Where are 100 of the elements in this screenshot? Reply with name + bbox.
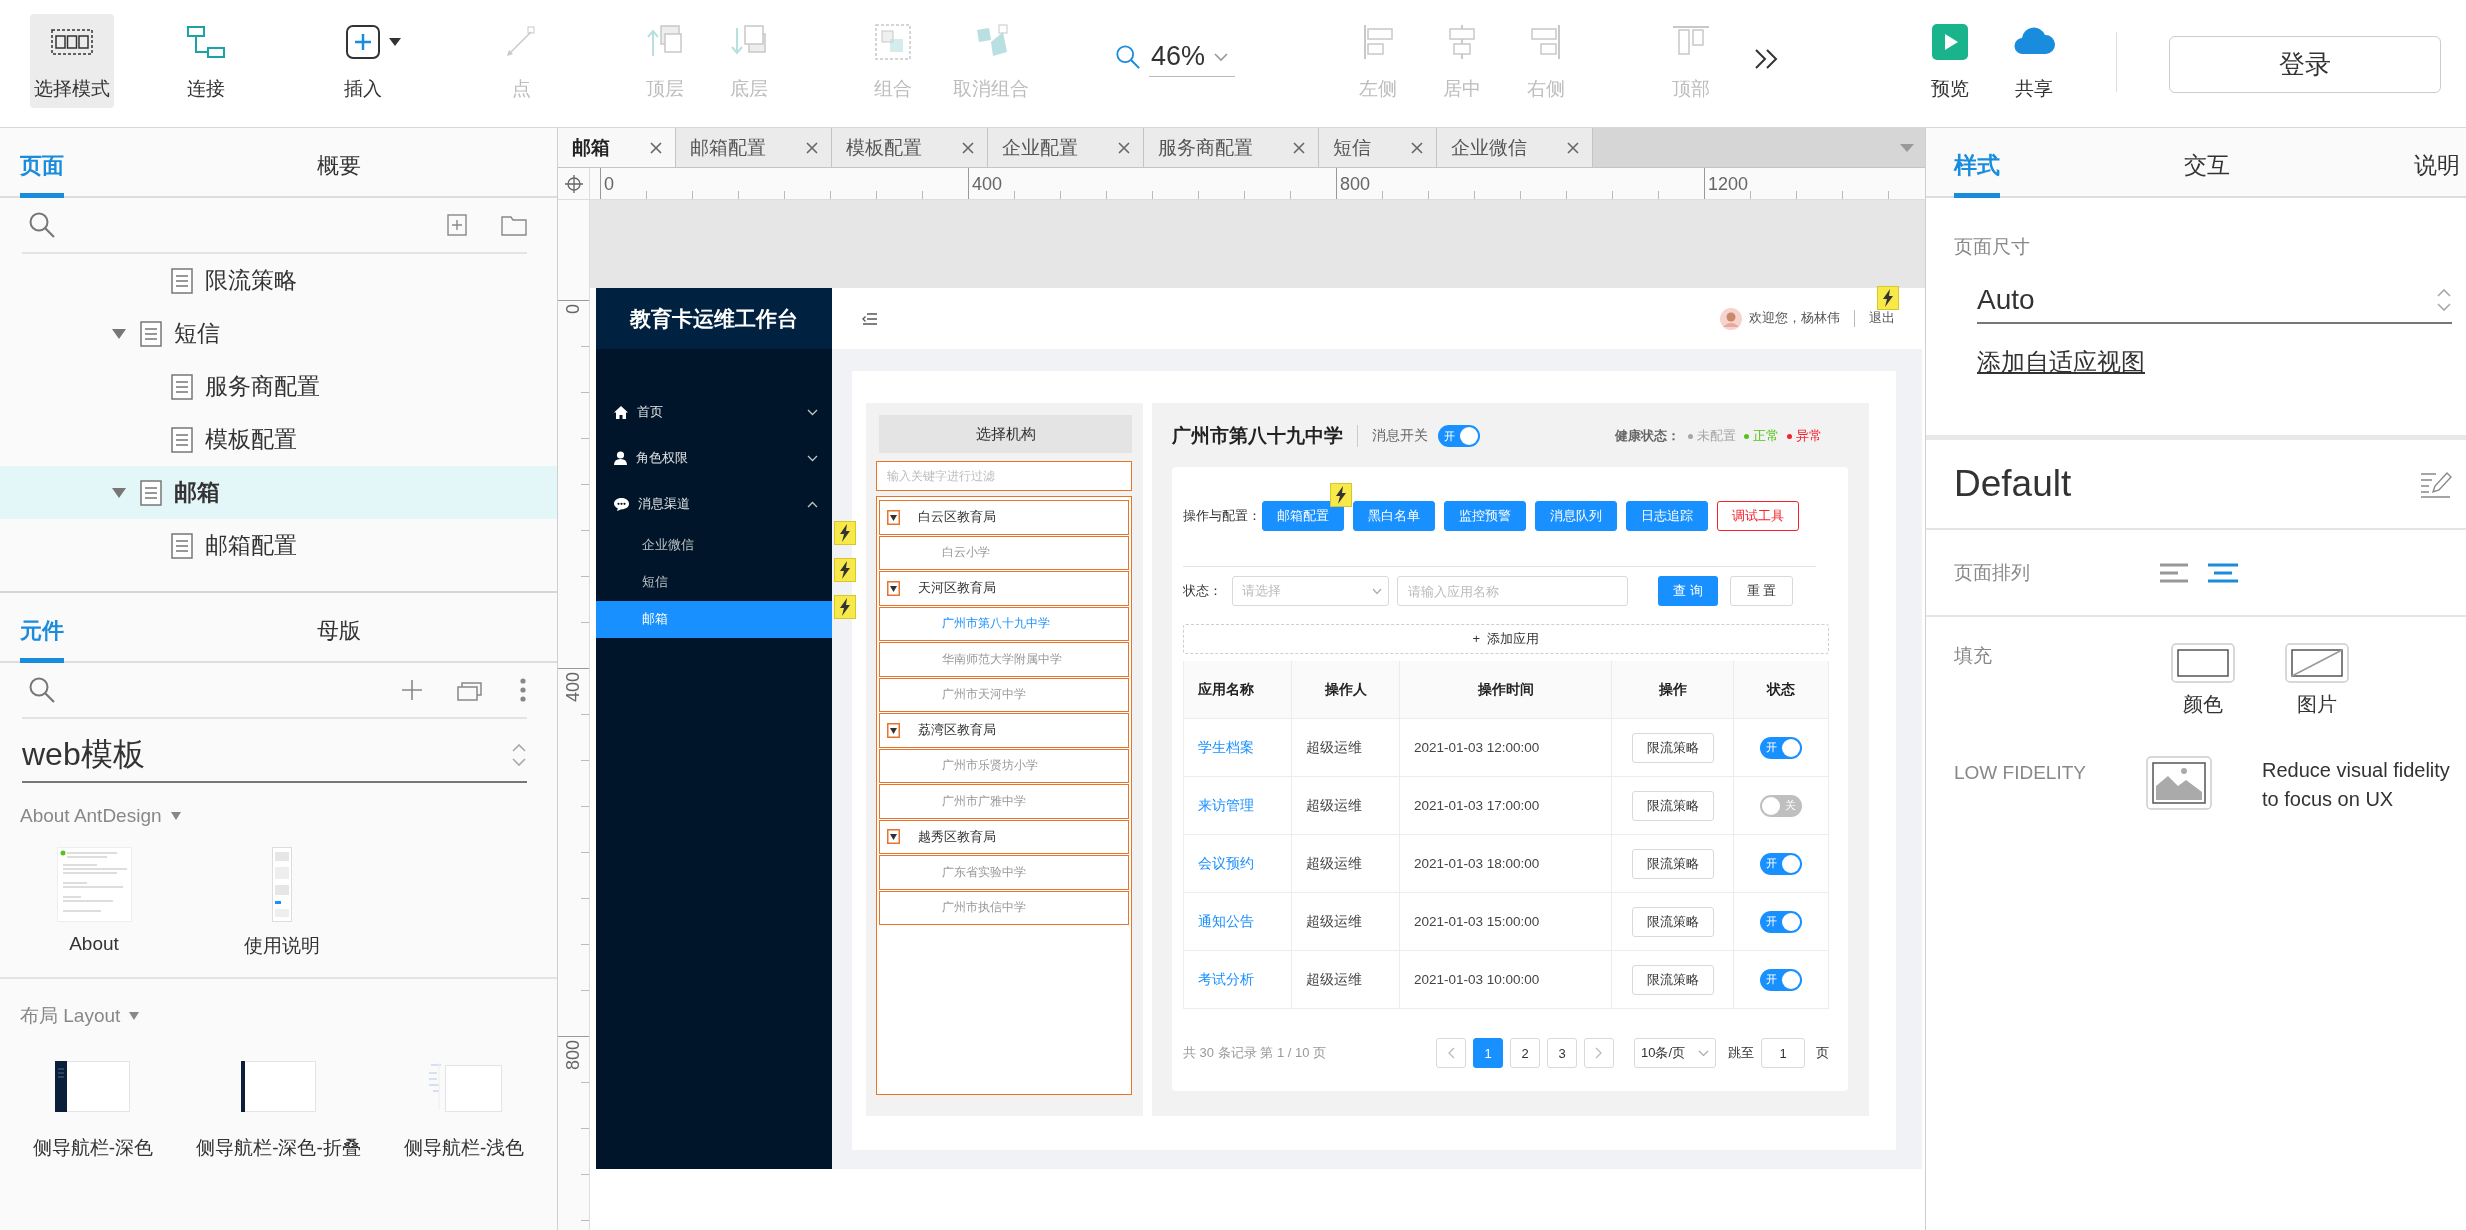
page-tab[interactable]: 模板配置: [832, 128, 988, 167]
app-link[interactable]: 来访管理: [1198, 796, 1254, 815]
caret-down-icon[interactable]: [887, 509, 900, 525]
fill-option[interactable]: 颜色: [2146, 643, 2260, 718]
page-tab[interactable]: 企业微信: [1437, 128, 1593, 167]
edit-style-icon[interactable]: [2420, 470, 2452, 498]
page-tab[interactable]: 企业配置: [988, 128, 1144, 167]
page-tab[interactable]: 邮箱: [558, 128, 676, 167]
tree-node[interactable]: 天河区教育局: [879, 571, 1129, 606]
login-button[interactable]: 登录: [2169, 36, 2441, 93]
menu-item[interactable]: 首页: [596, 389, 832, 435]
page-tab[interactable]: 短信: [1319, 128, 1437, 167]
app-link[interactable]: 考试分析: [1198, 970, 1254, 989]
page-size-select[interactable]: Auto: [1977, 278, 2452, 324]
image-fill-icon: [2285, 643, 2349, 683]
panel-tab[interactable]: 概要: [317, 151, 361, 198]
more-icon[interactable]: [519, 677, 527, 703]
folder-icon[interactable]: [501, 214, 527, 236]
status-label: 异常: [1796, 427, 1822, 445]
rate-limit-button[interactable]: 限流策略: [1631, 906, 1714, 937]
caret-down-icon[interactable]: [887, 722, 900, 738]
menu-fold-icon[interactable]: [862, 312, 878, 325]
library-select[interactable]: web模板: [22, 729, 527, 783]
tree-node[interactable]: 广州市第八十九中学: [879, 606, 1129, 641]
chevron-updown-icon[interactable]: [2436, 287, 2452, 313]
panel-tab[interactable]: 样式: [1954, 150, 2000, 198]
thumbnail-drawing[interactable]: [55, 1060, 131, 1112]
duplicate-icon[interactable]: [457, 679, 485, 701]
fill-option[interactable]: 图片: [2260, 643, 2374, 718]
reset-button[interactable]: 重 置: [1730, 576, 1793, 606]
page-tab[interactable]: 邮箱配置: [676, 128, 832, 167]
close-icon[interactable]: [1566, 140, 1580, 155]
toolbar-button[interactable]: 选择模式: [30, 14, 114, 108]
search-icon[interactable]: [28, 676, 56, 704]
thumbnail-drawing[interactable]: [272, 846, 292, 922]
submenu-item[interactable]: 企业微信: [596, 527, 832, 564]
close-icon[interactable]: [805, 140, 819, 155]
panel-tab[interactable]: 交互: [2184, 150, 2230, 198]
rate-limit-button[interactable]: 限流策略: [1631, 848, 1714, 879]
menu-item[interactable]: 角色权限: [596, 435, 832, 481]
chevron-down-icon: [1698, 1049, 1709, 1057]
app-link[interactable]: 会议预约: [1198, 854, 1254, 873]
rate-limit-button[interactable]: 限流策略: [1631, 732, 1714, 763]
crosshair-icon[interactable]: [563, 173, 584, 194]
page-tree-item[interactable]: 邮箱配置: [0, 519, 557, 572]
page-tree-item[interactable]: 模板配置: [0, 413, 557, 466]
section-title[interactable]: 布局 Layout: [20, 1003, 121, 1029]
app-name-field[interactable]: 请输入应用名称: [1397, 576, 1628, 606]
filter-label: 状态：: [1183, 582, 1223, 600]
action-button[interactable]: 调试工具: [1717, 501, 1799, 531]
tree-node[interactable]: 荔湾区教育局: [879, 713, 1129, 748]
toolbar-button[interactable]: 预览: [1908, 14, 1992, 108]
toolbar-button[interactable]: 共享: [1992, 14, 2076, 108]
add-page-icon[interactable]: [447, 214, 467, 236]
low-fidelity-button[interactable]: [2146, 756, 2212, 810]
add-app-button[interactable]: + 添加应用: [1183, 624, 1829, 654]
filter-field[interactable]: 输入关键字进行过滤: [876, 461, 1132, 491]
section-title[interactable]: About AntDesign: [20, 805, 162, 827]
app-link[interactable]: 学生档案: [1198, 738, 1254, 757]
caret-down-icon[interactable]: [887, 829, 900, 845]
chevron-updown-icon[interactable]: [511, 742, 527, 768]
page-tree-item[interactable]: 邮箱: [0, 466, 557, 519]
page-jump-field[interactable]: 1: [1761, 1038, 1805, 1068]
panel-tab[interactable]: 母版: [317, 616, 361, 663]
page-size-select[interactable]: 10条/页: [1634, 1038, 1716, 1068]
panel-tab[interactable]: 元件: [20, 616, 64, 663]
plus-icon[interactable]: [401, 679, 423, 701]
close-icon[interactable]: [1292, 140, 1306, 155]
table-cell: 超级运维: [1292, 777, 1400, 835]
thumbnail-drawing[interactable]: [56, 846, 132, 922]
toolbar-button[interactable]: 插入: [321, 14, 405, 108]
panel-tab[interactable]: 页面: [20, 151, 64, 198]
page-button[interactable]: 3: [1547, 1038, 1577, 1068]
close-icon[interactable]: [649, 140, 663, 155]
page-tree-item[interactable]: 短信: [0, 307, 557, 360]
close-icon[interactable]: [1410, 140, 1424, 155]
thumbnail-drawing[interactable]: [241, 1060, 316, 1112]
rate-limit-button[interactable]: 限流策略: [1631, 790, 1714, 821]
submenu-item[interactable]: 短信: [596, 564, 832, 601]
toolbar-button[interactable]: 连接: [164, 14, 248, 108]
close-icon[interactable]: [961, 140, 975, 155]
app-link[interactable]: 通知公告: [1198, 912, 1254, 931]
thumbnail-drawing[interactable]: [426, 1060, 502, 1112]
tree-node[interactable]: 越秀区教育局: [879, 819, 1129, 854]
menu-item[interactable]: 消息渠道: [596, 481, 832, 527]
zoom-select[interactable]: 46%: [1115, 34, 1265, 80]
page-tree-item[interactable]: 服务商配置: [0, 360, 557, 413]
tree-node[interactable]: 白云区教育局: [879, 500, 1129, 535]
search-icon[interactable]: [28, 211, 56, 239]
caret-down-icon[interactable]: [887, 580, 900, 596]
page-tab[interactable]: 服务商配置: [1144, 128, 1319, 167]
search-icon[interactable]: [1115, 44, 1141, 70]
logout-link[interactable]: 退出: [1869, 310, 1895, 327]
adaptive-view-link[interactable]: 添加自适应视图: [1977, 346, 2145, 378]
rate-limit-button[interactable]: 限流策略: [1631, 964, 1714, 995]
close-icon[interactable]: [1117, 140, 1131, 155]
panel-tab[interactable]: 说明: [2414, 150, 2460, 198]
page-tree-item[interactable]: 限流策略: [0, 254, 557, 307]
page-button[interactable]: 2: [1510, 1038, 1540, 1068]
column-header: 状态: [1734, 661, 1829, 719]
